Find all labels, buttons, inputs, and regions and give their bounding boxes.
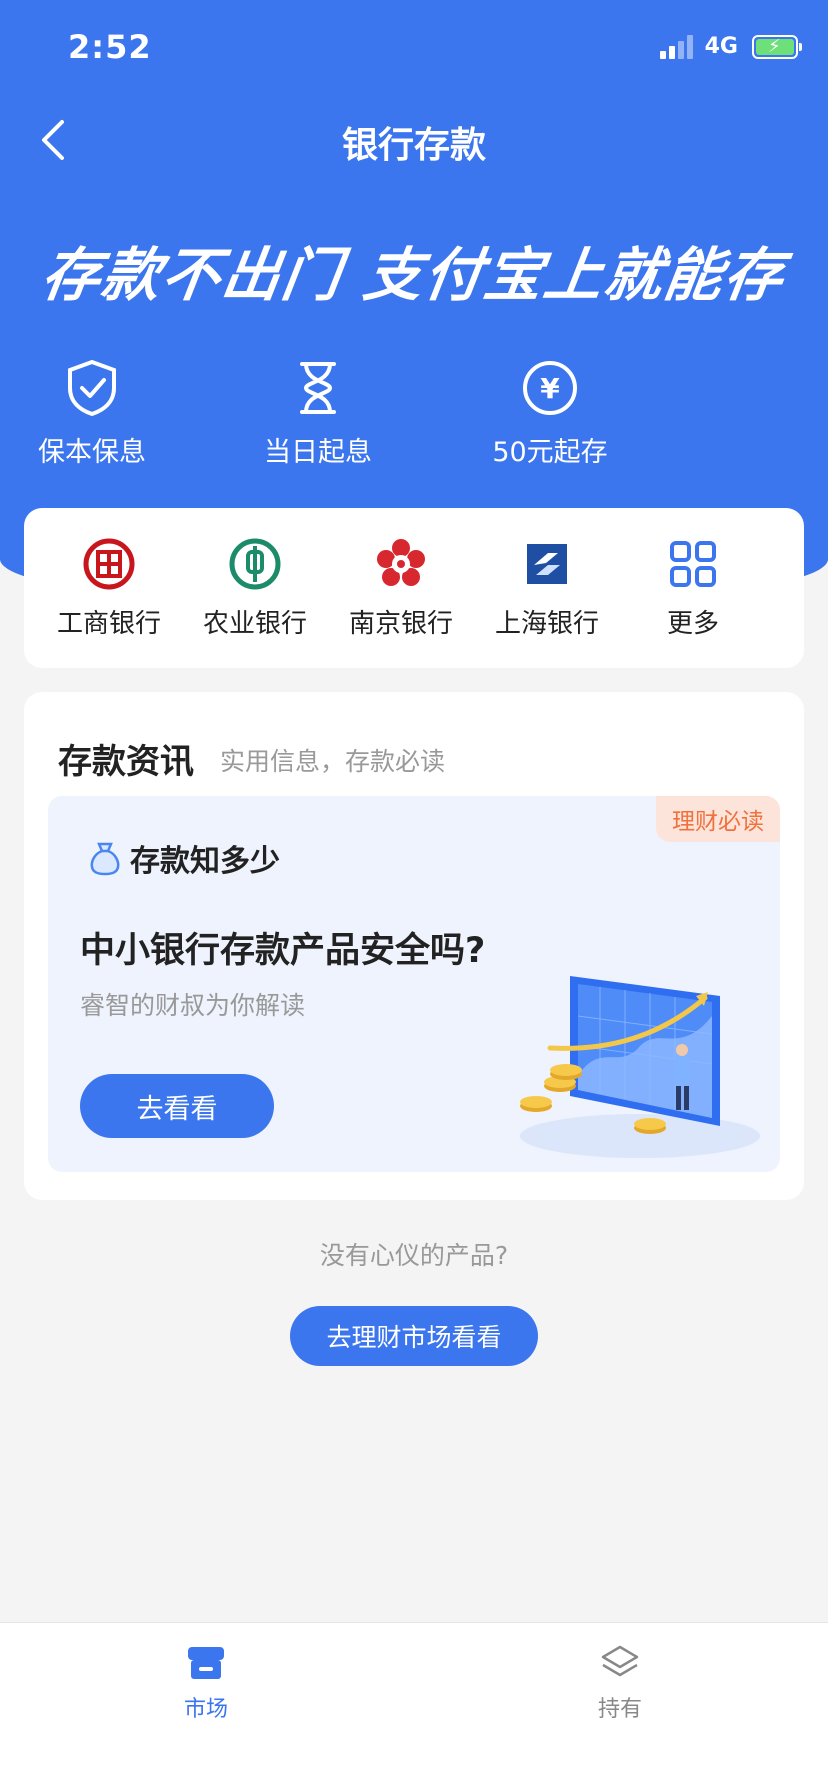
network-type: 4G [704, 34, 738, 59]
abc-logo-icon [229, 538, 281, 589]
growth-chart-illustration [520, 976, 760, 1158]
empty-prompt: 没有心仪的产品? [319, 1241, 509, 1270]
money-bag-icon [90, 842, 120, 876]
nanjing-bank-logo-icon [377, 538, 425, 586]
bank-item-nanjing[interactable]: 南京银行 [328, 537, 474, 640]
shield-check-icon [68, 359, 116, 417]
article-card[interactable]: 理财必读 存款知多少 中小银行存款产品安全吗? 睿智的财叔为你解读 去看看 [48, 796, 780, 1172]
info-section: 存款资讯 实用信息，存款必读 理财必读 存款知多少 中小银行存款产品安全吗? 睿… [24, 692, 804, 1200]
bank-label: 南京银行 [348, 608, 453, 639]
feature-list: 保本保息 当日起息 ¥ 50元起存 [0, 358, 828, 469]
svg-text:¥: ¥ [540, 372, 560, 405]
article-column: 存款知多少 [88, 836, 280, 880]
article-tag: 理财必读 [656, 796, 780, 842]
bank-item-shanghai[interactable]: 上海银行 [474, 537, 620, 640]
status-bar: 2:52 4G ⚡ [0, 0, 828, 96]
bank-label: 工商银行 [56, 608, 161, 639]
article-column-name: 存款知多少 [130, 844, 280, 879]
go-market-button[interactable]: 去理财市场看看 [290, 1306, 538, 1366]
bank-label: 上海银行 [494, 608, 599, 639]
store-icon [188, 1647, 224, 1679]
article-subtitle: 睿智的财叔为你解读 [80, 991, 306, 1020]
layers-icon [601, 1645, 639, 1677]
icbc-logo-icon [83, 538, 135, 589]
feature-item: ¥ 50元起存 [412, 358, 688, 469]
shanghai-bank-logo-icon [527, 543, 567, 584]
tab-holdings[interactable]: 持有 [550, 1643, 690, 1723]
status-time: 2:52 [68, 28, 152, 66]
tab-bar: 市场 持有 [0, 1622, 828, 1792]
page-title: 银行存款 [341, 125, 486, 166]
bank-item-abc[interactable]: 农业银行 [182, 537, 328, 640]
tab-label: 市场 [183, 1697, 228, 1722]
yen-coin-icon: ¥ [523, 361, 577, 415]
article-title: 中小银行存款产品安全吗? [80, 931, 486, 971]
bank-item-more[interactable]: 更多 [620, 537, 766, 640]
nav-bar: 银行存款 [0, 96, 828, 184]
bank-label: 农业银行 [202, 608, 307, 639]
tab-label: 持有 [597, 1697, 642, 1722]
battery-icon: ⚡ [752, 34, 802, 59]
hourglass-icon [300, 362, 336, 414]
bank-list: 工商银行 农业银行 南京银行 上海银行 更多 [24, 508, 804, 668]
section-title: 存款资讯 [58, 742, 194, 782]
feature-label: 50元起存 [492, 437, 608, 468]
status-indicators: 4G ⚡ [659, 34, 802, 59]
tab-market[interactable]: 市场 [136, 1643, 276, 1723]
hero-slogan: 存款不出门 支付宝上就能存 [37, 241, 790, 309]
section-subtitle: 实用信息，存款必读 [220, 747, 446, 776]
grid-more-icon [670, 540, 716, 587]
bank-item-icbc[interactable]: 工商银行 [36, 537, 182, 640]
read-article-button[interactable]: 去看看 [80, 1074, 274, 1138]
bank-label: 更多 [666, 608, 719, 639]
signal-icon [659, 34, 693, 59]
